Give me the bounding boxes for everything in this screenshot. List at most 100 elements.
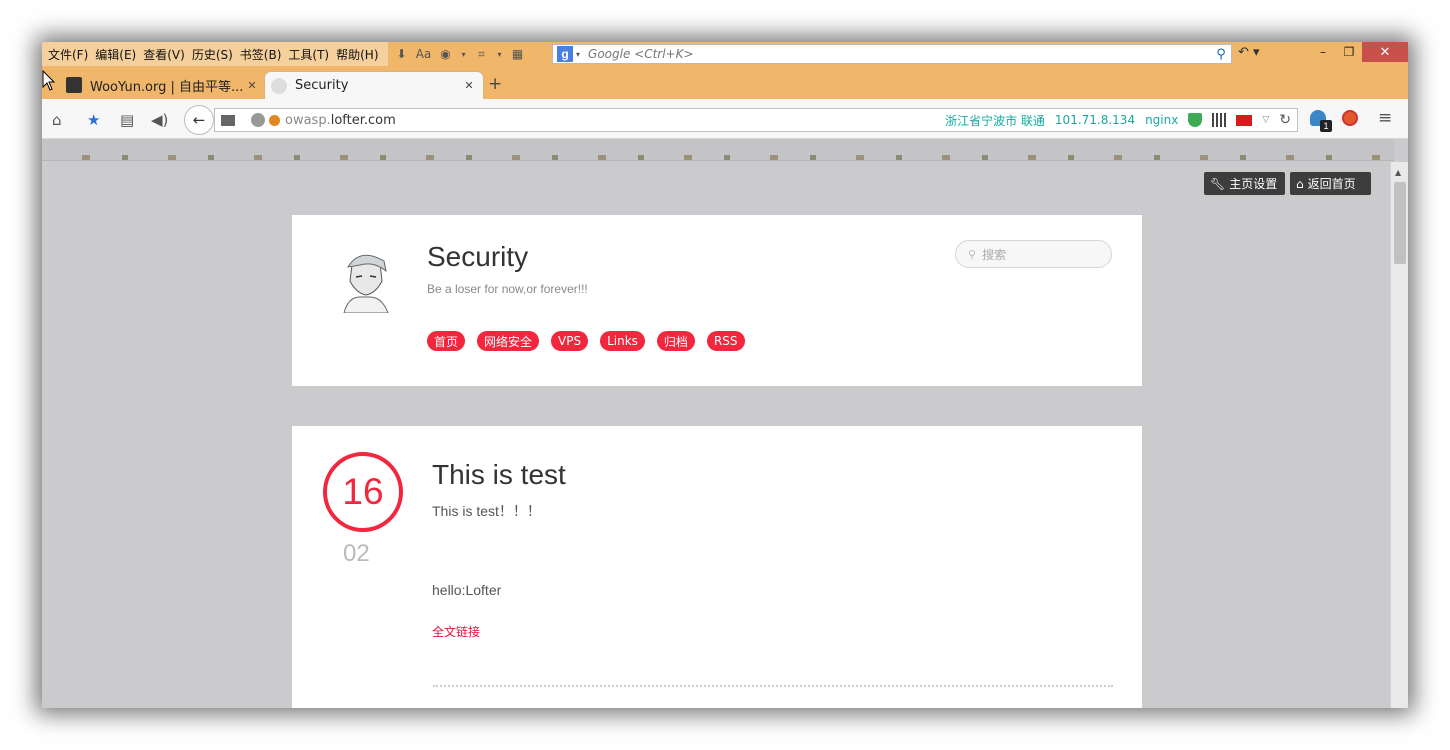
dropdown-icon[interactable]: ▾: [496, 46, 504, 62]
close-tab-icon[interactable]: ✕: [461, 79, 477, 92]
menu-help[interactable]: 帮助(H): [334, 46, 383, 63]
menu-history[interactable]: 历史(S): [190, 46, 238, 63]
shield-icon[interactable]: [1188, 113, 1203, 127]
close-window-icon[interactable]: ✕: [1362, 42, 1408, 62]
url-domain: lofter.com: [330, 112, 396, 128]
menu-list: 文件(F) 编辑(E) 查看(V) 历史(S) 书签(B) 工具(T) 帮助(H…: [42, 42, 388, 66]
scrollbar-thumb[interactable]: [1394, 182, 1406, 264]
close-tab-icon[interactable]: ✕: [244, 79, 260, 92]
blog-search-input[interactable]: ⚲ 搜索: [955, 240, 1112, 268]
post-body: hello:Lofter: [432, 582, 502, 598]
post-title[interactable]: This is test: [432, 459, 566, 491]
return-home-label: 返回首页: [1307, 177, 1356, 191]
ghostery-badge: 1: [1320, 120, 1332, 132]
ip-text: 101.71.8.134: [1054, 113, 1136, 127]
tab-security[interactable]: Security ✕: [264, 71, 484, 99]
scroll-up-icon[interactable]: ▲: [1395, 168, 1401, 177]
font-icon[interactable]: Aa: [416, 46, 432, 62]
adblock-icon[interactable]: [1342, 110, 1358, 126]
qr-code-icon[interactable]: ▦: [510, 46, 526, 62]
g-icon[interactable]: g: [557, 46, 573, 62]
server-text: nginx: [1145, 113, 1179, 127]
nav-vps[interactable]: VPS: [551, 331, 589, 351]
search-icon: ⚲: [968, 247, 977, 261]
homepage-settings-label: 主页设置: [1229, 177, 1278, 191]
post-divider: [433, 685, 1113, 687]
post-date-day: 16: [323, 452, 403, 532]
search-icon[interactable]: ⚲: [1211, 47, 1231, 62]
menu-edit[interactable]: 编辑(E): [93, 46, 141, 63]
web-search-placeholder: Google <Ctrl+K>: [588, 47, 694, 61]
avatar-image: [343, 254, 389, 314]
home-icon: ⌂: [1296, 176, 1304, 191]
minimize-icon[interactable]: –: [1310, 42, 1336, 62]
lofter-favicon-icon: [271, 77, 287, 94]
dropdown-arrow-icon[interactable]: ▽: [1262, 115, 1269, 125]
mouse-cursor-icon: [42, 70, 56, 91]
reader-icon[interactable]: ▤: [120, 111, 134, 129]
bookmark-star-icon[interactable]: ★: [87, 111, 100, 129]
crop-icon[interactable]: ⌗: [474, 46, 490, 62]
blog-title[interactable]: Security: [427, 241, 528, 273]
bookmarks-bar: [42, 139, 1394, 161]
undo-icon[interactable]: ↶ ▾: [1238, 45, 1276, 63]
toolbar-icons: ⬇ Aa ◉ ▾ ⌗ ▾ ▦: [388, 42, 526, 66]
nav-rss[interactable]: RSS: [706, 331, 745, 351]
page-scrollbar[interactable]: ▲: [1390, 162, 1408, 708]
blog-subtitle: Be a loser for now,or forever!!!: [427, 282, 588, 296]
download-icon[interactable]: ⬇: [394, 46, 410, 62]
maximize-icon[interactable]: ❐: [1336, 42, 1362, 62]
qr-code-icon[interactable]: [1212, 113, 1227, 127]
menu-view[interactable]: 查看(V): [141, 46, 190, 63]
post-card: 16 02 This is test This is test！！！ hello…: [292, 426, 1142, 708]
nav-links[interactable]: Links: [600, 331, 645, 351]
menu-tools[interactable]: 工具(T): [286, 46, 334, 63]
china-flag-icon: [1236, 114, 1253, 126]
chevron-down-icon[interactable]: ▾: [576, 50, 580, 59]
tab-title: WooYun.org | 自由平等...: [90, 79, 244, 95]
new-tab-icon[interactable]: +: [488, 74, 502, 94]
url-bar[interactable]: owasp.lofter.com 浙江省宁波市 联通 101.71.8.134 …: [214, 108, 1298, 132]
reload-icon[interactable]: ↻: [1279, 112, 1291, 128]
blog-nav: 首页 网络安全 VPS Links 归档 RSS: [427, 331, 745, 351]
tab-title: Security: [295, 78, 349, 93]
url-text[interactable]: owasp.lofter.com: [285, 113, 945, 128]
blog-search-placeholder: 搜索: [982, 247, 1007, 262]
return-home-button[interactable]: ⌂ 返回首页: [1290, 172, 1371, 195]
hamburger-menu-icon[interactable]: ≡: [1378, 108, 1392, 128]
homepage-settings-button[interactable]: 🔧︎ 主页设置: [1204, 172, 1285, 195]
home-icon[interactable]: ⌂: [52, 111, 62, 129]
page-content: 🔧︎ 主页设置 ⌂ 返回首页 Security Be a loser for n…: [42, 162, 1390, 708]
nav-home[interactable]: 首页: [427, 331, 466, 351]
blog-header-card: Security Be a loser for now,or forever!!…: [292, 215, 1142, 386]
nav-network-security[interactable]: 网络安全: [477, 331, 540, 351]
tab-wooyun[interactable]: WooYun.org | 自由平等... ✕: [60, 71, 266, 99]
menu-bar: 文件(F) 编辑(E) 查看(V) 历史(S) 书签(B) 工具(T) 帮助(H…: [42, 42, 1408, 66]
site-identity-icon[interactable]: [269, 114, 280, 126]
speaker-icon[interactable]: ◀): [151, 111, 168, 129]
tab-bar: WooYun.org | 自由平等... ✕ Security ✕ +: [42, 66, 1408, 99]
avatar[interactable]: [330, 243, 400, 314]
location-text: 浙江省宁波市 联通: [945, 113, 1045, 128]
post-subtitle: This is test！！！: [432, 503, 541, 519]
globe-icon: [251, 113, 265, 127]
nav-archive[interactable]: 归档: [656, 331, 695, 351]
window-controls: – ❐ ✕: [1310, 42, 1408, 62]
web-search-box[interactable]: g ▾ Google <Ctrl+K> ⚲: [552, 44, 1232, 64]
wooyun-favicon-icon: [66, 77, 82, 93]
url-subdomain: owasp.: [285, 112, 331, 128]
menu-bookmarks[interactable]: 书签(B): [238, 46, 287, 63]
bookmarks-strip: [42, 155, 1394, 160]
navigation-bar: ⌂ ★ ▤ ◀) ← owasp.lofter.com 浙江省宁波市 联通 10…: [42, 99, 1408, 139]
dropdown-icon[interactable]: ▾: [460, 46, 468, 62]
url-info: 浙江省宁波市 联通 101.71.8.134 nginx ▽ ↻: [945, 112, 1297, 129]
folder-icon[interactable]: [221, 114, 235, 126]
back-icon[interactable]: ←: [184, 105, 214, 135]
wrench-icon: 🔧︎: [1210, 176, 1226, 191]
post-day: 16: [342, 471, 384, 512]
addon-icon[interactable]: ◉: [438, 46, 454, 62]
menu-file[interactable]: 文件(F): [46, 46, 93, 63]
browser-window: 文件(F) 编辑(E) 查看(V) 历史(S) 书签(B) 工具(T) 帮助(H…: [42, 42, 1408, 708]
post-date-month: 02: [343, 540, 370, 567]
full-text-link[interactable]: 全文链接: [432, 623, 480, 640]
